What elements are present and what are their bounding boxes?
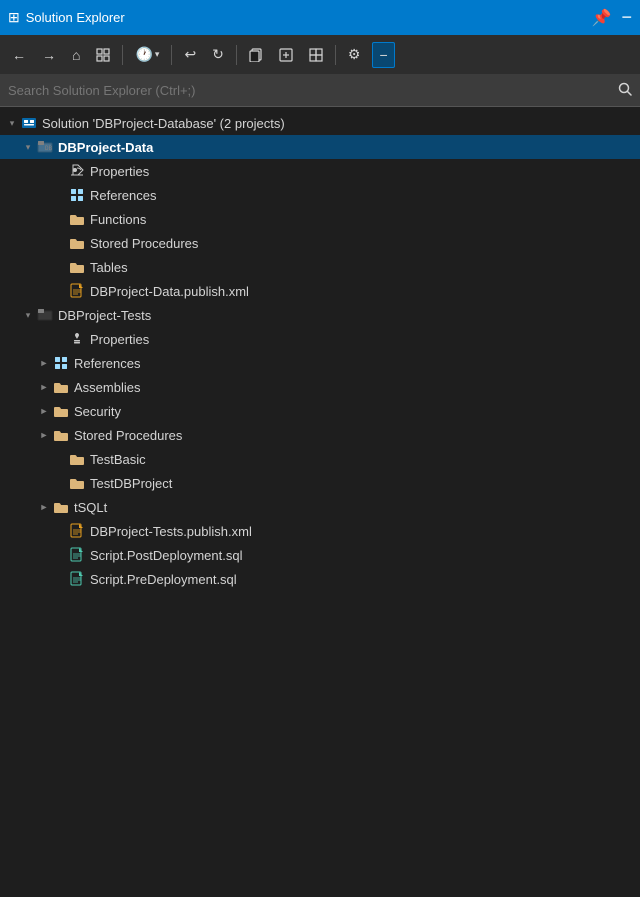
script-pre-icon (68, 570, 86, 588)
tests-security-expand[interactable]: ► (36, 403, 52, 419)
tests-stored-procedures-item[interactable]: ► Stored Procedures (0, 423, 640, 447)
tests-script-post-item[interactable]: Script.PostDeployment.sql (0, 543, 640, 567)
tests-stored-procedures-expand[interactable]: ► (36, 427, 52, 443)
data-tables-label: Tables (90, 260, 128, 275)
separator-1 (122, 45, 123, 65)
tests-tsqlt-item[interactable]: ► tSQLt (0, 495, 640, 519)
title-bar-title: Solution Explorer (26, 10, 125, 25)
tests-properties-icon (68, 330, 86, 348)
data-stored-procedures-item[interactable]: Stored Procedures (0, 231, 640, 255)
tests-script-pre-item[interactable]: Script.PreDeployment.sql (0, 567, 640, 591)
search-button[interactable] (618, 82, 632, 99)
script-post-icon (68, 546, 86, 564)
forward-button[interactable]: → (36, 43, 62, 67)
stored-procedures-folder-icon (68, 234, 86, 252)
data-publish-xml-label: DBProject-Data.publish.xml (90, 284, 249, 299)
tests-testdbproject-label: TestDBProject (90, 476, 172, 491)
data-stored-procedures-label: Stored Procedures (90, 236, 198, 251)
toggle-button[interactable] (90, 44, 116, 66)
pin-icon[interactable]: 📌 (592, 8, 612, 28)
solution-expand[interactable]: ▾ (4, 115, 20, 131)
copy2-button[interactable] (273, 44, 299, 66)
project-tests-item[interactable]: ▾ DBProject-Tests (0, 303, 640, 327)
home-button[interactable]: ⌂ (66, 43, 86, 67)
tests-publish-xml-label: DBProject-Tests.publish.xml (90, 524, 252, 539)
tests-security-item[interactable]: ► Security (0, 399, 640, 423)
solution-icon (20, 114, 38, 132)
functions-folder-icon (68, 210, 86, 228)
tests-script-pre-label: Script.PreDeployment.sql (90, 572, 237, 587)
search-bar (0, 75, 640, 107)
data-references-item[interactable]: References (0, 183, 640, 207)
properties-icon (68, 162, 86, 180)
settings-button[interactable]: ⚙ (342, 42, 367, 67)
title-bar: ⊞ Solution Explorer 📌 − (0, 0, 640, 35)
tests-testbasic-label: TestBasic (90, 452, 146, 467)
testbasic-folder-icon (68, 450, 86, 468)
testdbproject-folder-icon (68, 474, 86, 492)
solution-label: Solution 'DBProject-Database' (2 project… (42, 116, 285, 131)
tests-tsqlt-label: tSQLt (74, 500, 107, 515)
tests-properties-item[interactable]: Properties (0, 327, 640, 351)
data-functions-item[interactable]: Functions (0, 207, 640, 231)
tests-testbasic-item[interactable]: TestBasic (0, 447, 640, 471)
tests-properties-label: Properties (90, 332, 149, 347)
tests-assemblies-expand[interactable]: ► (36, 379, 52, 395)
copy3-button[interactable] (303, 44, 329, 66)
tests-security-label: Security (74, 404, 121, 419)
solution-explorer-icon: ⊞ (8, 9, 20, 26)
data-properties-label: Properties (90, 164, 149, 179)
toolbar: ← → ⌂ 🕐▾ ↩ ↻ (0, 35, 640, 75)
tsqlt-folder-icon (52, 498, 70, 516)
refresh-button[interactable]: ↻ (206, 42, 230, 67)
tests-stored-procedures-label: Stored Procedures (74, 428, 182, 443)
separator-4 (335, 45, 336, 65)
assemblies-folder-icon (52, 378, 70, 396)
project-data-label: DBProject-Data (58, 140, 153, 155)
search-input[interactable] (8, 83, 618, 98)
back-button[interactable]: ← (6, 43, 32, 67)
publish-xml-icon (68, 282, 86, 300)
tests-publish-xml-item[interactable]: DBProject-Tests.publish.xml (0, 519, 640, 543)
tests-assemblies-label: Assemblies (74, 380, 140, 395)
data-publish-xml-item[interactable]: DBProject-Data.publish.xml (0, 279, 640, 303)
solution-item[interactable]: ▾ Solution 'DBProject-Database' (2 proje… (0, 111, 640, 135)
separator-3 (236, 45, 237, 65)
tests-tsqlt-expand[interactable]: ► (36, 499, 52, 515)
svg-text:DB: DB (45, 145, 53, 152)
security-folder-icon (52, 402, 70, 420)
references-icon (68, 186, 86, 204)
project-data-expand[interactable]: ▾ (20, 139, 36, 155)
tests-testdbproject-item[interactable]: TestDBProject (0, 471, 640, 495)
history-button[interactable]: 🕐▾ (129, 42, 165, 67)
separator-2 (171, 45, 172, 65)
tests-references-label: References (74, 356, 140, 371)
data-tables-item[interactable]: Tables (0, 255, 640, 279)
close-icon[interactable]: − (621, 7, 632, 28)
tests-script-post-label: Script.PostDeployment.sql (90, 548, 242, 563)
project-data-icon: DB (36, 138, 54, 156)
tests-references-icon (52, 354, 70, 372)
tables-folder-icon (68, 258, 86, 276)
tests-references-expand[interactable]: ► (36, 355, 52, 371)
copy1-button[interactable] (243, 44, 269, 66)
tests-references-item[interactable]: ► References (0, 351, 640, 375)
data-functions-label: Functions (90, 212, 146, 227)
collapse-button[interactable]: − (372, 42, 394, 68)
project-tests-icon (36, 306, 54, 324)
project-tests-expand[interactable]: ▾ (20, 307, 36, 323)
project-data-item[interactable]: ▾ DB DBProject-Data (0, 135, 640, 159)
tests-assemblies-item[interactable]: ► Assemblies (0, 375, 640, 399)
tests-sp-folder-icon (52, 426, 70, 444)
undo-button[interactable]: ↩ (178, 42, 202, 67)
project-tests-label: DBProject-Tests (58, 308, 151, 323)
tests-publish-xml-icon (68, 522, 86, 540)
data-references-label: References (90, 188, 156, 203)
data-properties-item[interactable]: Properties (0, 159, 640, 183)
solution-tree: ▾ Solution 'DBProject-Database' (2 proje… (0, 107, 640, 897)
